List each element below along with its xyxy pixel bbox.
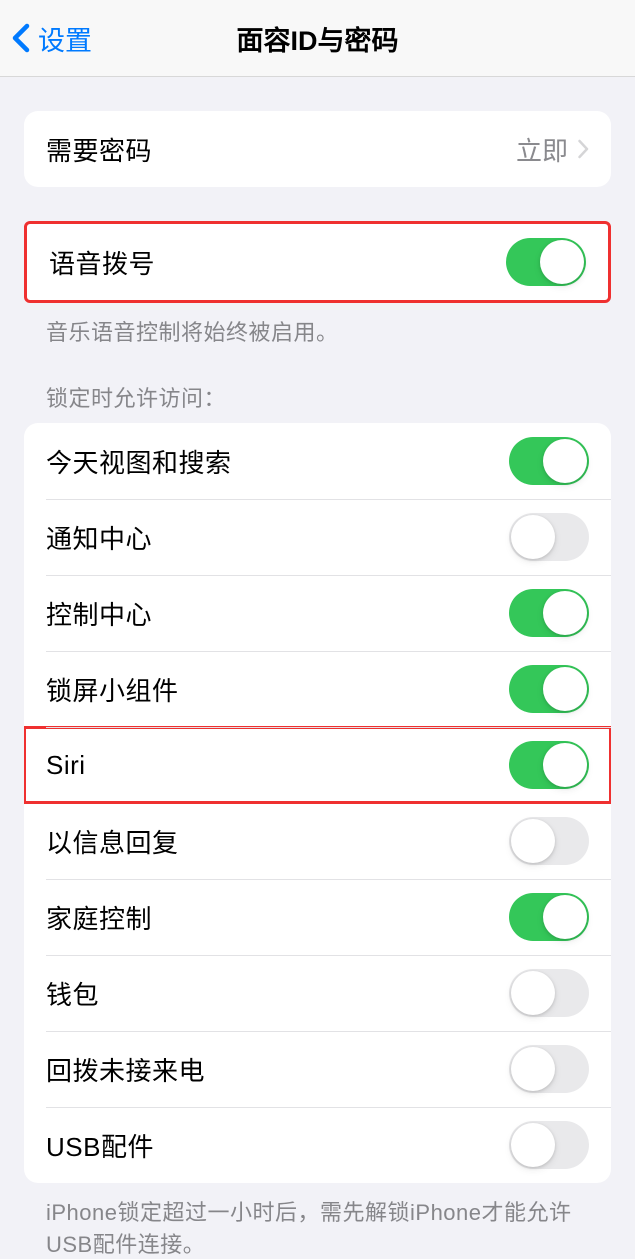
voice-dial-group: 语音拨号 <box>24 221 611 303</box>
back-label: 设置 <box>38 19 92 58</box>
require-passcode-label: 需要密码 <box>46 131 152 168</box>
lock-access-toggle[interactable] <box>509 437 589 485</box>
lock-access-label: 锁屏小组件 <box>46 671 179 708</box>
toggle-knob <box>511 515 555 559</box>
lock-access-group: 今天视图和搜索通知中心控制中心锁屏小组件 Siri 以信息回复家庭控制钱包回拨未接来… <box>24 423 611 1183</box>
lock-access-toggle[interactable] <box>509 589 589 637</box>
toggle-knob <box>543 439 587 483</box>
lock-access-toggle[interactable] <box>509 1121 589 1169</box>
voice-dial-toggle[interactable] <box>506 238 586 286</box>
lock-access-row: 回拨未接来电 <box>24 1031 611 1107</box>
lock-access-label: 回拨未接来电 <box>46 1051 205 1088</box>
row-value: 立即 <box>516 131 589 168</box>
lock-access-toggle[interactable] <box>509 817 589 865</box>
lock-access-label: 通知中心 <box>46 519 152 556</box>
require-passcode-row[interactable]: 需要密码 立即 <box>24 111 611 187</box>
toggle-knob <box>511 1123 555 1167</box>
lock-access-label: 家庭控制 <box>46 899 152 936</box>
page-title: 面容ID与密码 <box>237 19 399 58</box>
lock-access-footer: iPhone锁定超过一小时后，需先解锁iPhone才能允许USB配件连接。 <box>24 1183 611 1259</box>
lock-access-toggle[interactable] <box>509 969 589 1017</box>
toggle-knob <box>511 971 555 1015</box>
lock-access-toggle[interactable] <box>509 513 589 561</box>
lock-access-row: 钱包 <box>24 955 611 1031</box>
require-passcode-value: 立即 <box>516 131 568 168</box>
lock-access-toggle[interactable] <box>509 1045 589 1093</box>
lock-access-label: 今天视图和搜索 <box>46 443 232 480</box>
lock-access-label: 以信息回复 <box>46 823 179 860</box>
lock-access-row: 锁屏小组件 <box>24 651 611 727</box>
toggle-knob <box>543 895 587 939</box>
lock-access-label: 控制中心 <box>46 595 152 632</box>
toggle-knob <box>543 743 587 787</box>
nav-header: 设置 面容ID与密码 <box>0 0 635 77</box>
lock-access-row: 家庭控制 <box>24 879 611 955</box>
back-button[interactable]: 设置 <box>0 19 92 58</box>
lock-access-label: USB配件 <box>46 1127 154 1164</box>
lock-access-label: Siri <box>46 750 86 781</box>
lock-access-row: 通知中心 <box>24 499 611 575</box>
toggle-knob <box>543 591 587 635</box>
lock-access-row: USB配件 <box>24 1107 611 1183</box>
require-passcode-group: 需要密码 立即 <box>24 111 611 187</box>
lock-access-toggle[interactable] <box>509 741 589 789</box>
toggle-knob <box>540 240 584 284</box>
lock-access-header: 锁定时允许访问： <box>24 347 611 423</box>
lock-access-toggle[interactable] <box>509 893 589 941</box>
chevron-right-icon <box>578 139 589 159</box>
toggle-knob <box>511 819 555 863</box>
toggle-knob <box>511 1047 555 1091</box>
toggle-knob <box>543 667 587 711</box>
lock-access-toggle[interactable] <box>509 665 589 713</box>
voice-dial-row: 语音拨号 <box>27 224 608 300</box>
lock-access-row: 控制中心 <box>24 575 611 651</box>
lock-access-label: 钱包 <box>46 975 99 1012</box>
lock-access-row: 以信息回复 <box>24 803 611 879</box>
chevron-left-icon <box>12 23 30 53</box>
lock-access-row: 今天视图和搜索 <box>24 423 611 499</box>
lock-access-row: Siri <box>24 727 611 803</box>
voice-dial-footer: 音乐语音控制将始终被启用。 <box>24 303 611 347</box>
voice-dial-label: 语音拨号 <box>49 244 155 281</box>
